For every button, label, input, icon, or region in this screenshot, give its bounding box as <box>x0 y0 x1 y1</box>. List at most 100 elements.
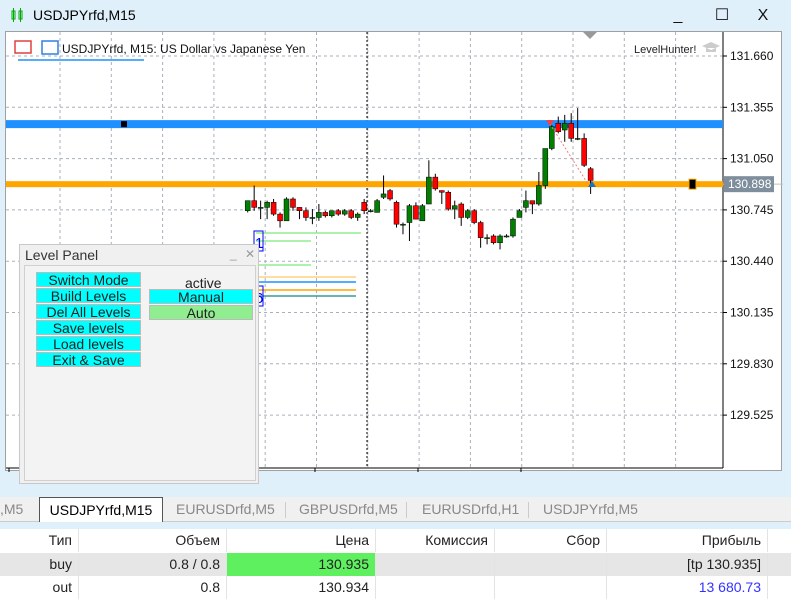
candle-body <box>451 205 458 210</box>
price-tick-label: 130.745 <box>730 203 774 217</box>
candle-body <box>257 207 264 209</box>
candle-body <box>270 202 277 215</box>
maximize-button[interactable]: ☐ <box>707 4 737 28</box>
cell: Тип <box>0 529 79 552</box>
minimize-button[interactable]: _ <box>663 4 693 28</box>
tab-m5-partial[interactable]: ,M5 <box>0 497 29 522</box>
title-bar: USDJPYrfd,M15 _ ☐ X <box>0 0 791 31</box>
tab-usdjpy-m5[interactable]: USDJPYrfd,M5 <box>537 497 644 522</box>
cell: Объем <box>79 529 227 552</box>
build-levels-button[interactable]: Build Levels <box>36 288 141 303</box>
tab-gbpusd-m5[interactable]: GBPUSDrfd,M5 <box>293 497 404 522</box>
candle-body <box>542 148 549 186</box>
candle-body <box>277 213 283 222</box>
shift-marker-icon <box>583 32 597 39</box>
price-tick-label: 131.660 <box>730 49 774 63</box>
table-header[interactable]: Тип Объем Цена Комиссия Сбор Прибыль <box>0 529 791 552</box>
candle-body <box>329 210 335 217</box>
candle-body <box>264 202 270 208</box>
cell: Сбор <box>495 529 607 552</box>
chart-tabs: ,M5 USDJPYrfd,M15 EURUSDrfd,M5 GBPUSDrfd… <box>0 497 791 522</box>
candle-body <box>400 223 406 226</box>
auto-mode-button[interactable]: Auto <box>149 305 253 320</box>
price-tick-label: 131.050 <box>730 152 774 166</box>
panel-close-button[interactable]: ✕ <box>245 247 255 261</box>
candle-body <box>497 235 503 243</box>
panel-body: Switch Mode Build Levels Del All Levels … <box>24 265 256 481</box>
candle-body <box>574 138 581 140</box>
cell <box>495 576 607 599</box>
candle-body <box>244 200 251 211</box>
chart-window[interactable]: 131.660 131.355 131.050 130.745 130.440 130.1… <box>5 31 783 484</box>
manual-mode-button[interactable]: Manual <box>149 289 253 304</box>
candlestick-icon <box>11 8 23 22</box>
candle-body <box>342 210 348 215</box>
candle-body <box>523 200 529 208</box>
candle-body <box>387 190 393 200</box>
panel-minimize-button[interactable]: _ <box>230 247 237 261</box>
level-anchor <box>121 121 127 128</box>
cell <box>376 553 495 576</box>
exit-save-button[interactable]: Exit & Save <box>36 352 141 367</box>
candle-body <box>503 235 510 238</box>
candle-body <box>283 198 290 222</box>
candle-body <box>303 210 309 218</box>
chart-header: USDJPYrfd, M15: US Dollar vs Japanese Ye… <box>62 42 305 56</box>
candle-body <box>581 138 587 166</box>
candle-body <box>490 235 497 243</box>
candle-body <box>367 210 374 212</box>
candle-body <box>348 210 354 218</box>
load-levels-button[interactable]: Load levels <box>36 336 141 351</box>
cell: Комиссия <box>376 529 495 552</box>
cell: buy <box>0 553 79 576</box>
candle-body <box>251 200 257 208</box>
switch-mode-button[interactable]: Switch Mode <box>36 272 141 287</box>
candle-body <box>335 210 342 215</box>
candle-body <box>296 207 303 211</box>
cell <box>495 553 607 576</box>
candle-body <box>406 205 413 223</box>
candle-body <box>516 210 523 218</box>
candle-body <box>464 210 471 218</box>
price-tick-label: 129.525 <box>730 408 774 422</box>
price-tick-label: 130.135 <box>730 306 774 320</box>
trade-table: Тип Объем Цена Комиссия Сбор Прибыль buy 0.8 / … <box>0 529 791 600</box>
close-button[interactable]: X <box>748 4 778 28</box>
cell: Прибыль <box>607 529 768 552</box>
candle-body <box>477 222 484 238</box>
candle-body <box>426 176 432 205</box>
trade-panel-icon <box>14 40 32 54</box>
cell: Цена <box>227 529 376 552</box>
candle-body <box>529 200 536 205</box>
level-panel[interactable]: Level Panel _ ✕ Switch Mode Build Levels… <box>19 244 259 484</box>
tab-usdjpy-m15[interactable]: USDJPYrfd,M15 <box>39 497 163 522</box>
candle-body <box>393 202 400 225</box>
depth-of-market-icon <box>41 40 59 55</box>
candle-body <box>413 205 419 220</box>
candle-body <box>568 123 574 139</box>
del-all-levels-button[interactable]: Del All Levels <box>36 304 141 319</box>
tab-eurusd-h1[interactable]: EURUSDrfd,H1 <box>416 497 525 522</box>
support-level <box>6 181 723 188</box>
tab-eurusd-m5[interactable]: EURUSDrfd,M5 <box>170 497 281 522</box>
candle-body <box>322 212 329 217</box>
row-buy[interactable]: buy 0.8 / 0.8 130.935 [tp 130.935] <box>0 553 791 576</box>
current-price-label: 130.898 <box>728 177 772 191</box>
candle-body <box>380 193 387 198</box>
candle-body <box>354 213 361 218</box>
candle-body <box>374 200 380 213</box>
expert-hat-icon <box>702 42 720 52</box>
candle-body <box>510 218 516 237</box>
candle-body <box>549 126 555 149</box>
row-out[interactable]: out 0.8 130.934 13 680.73 <box>0 576 791 599</box>
candle-body <box>484 237 490 239</box>
cell: 13 680.73 <box>607 576 768 599</box>
candle-body <box>439 190 445 193</box>
candle-body <box>290 198 296 208</box>
panel-title: Level Panel <box>25 247 99 263</box>
candle-body <box>587 168 594 181</box>
cell: 130.934 <box>227 576 376 599</box>
cell: 130.935 <box>227 553 376 576</box>
save-levels-button[interactable]: Save levels <box>36 320 141 335</box>
candle-body <box>361 202 367 211</box>
